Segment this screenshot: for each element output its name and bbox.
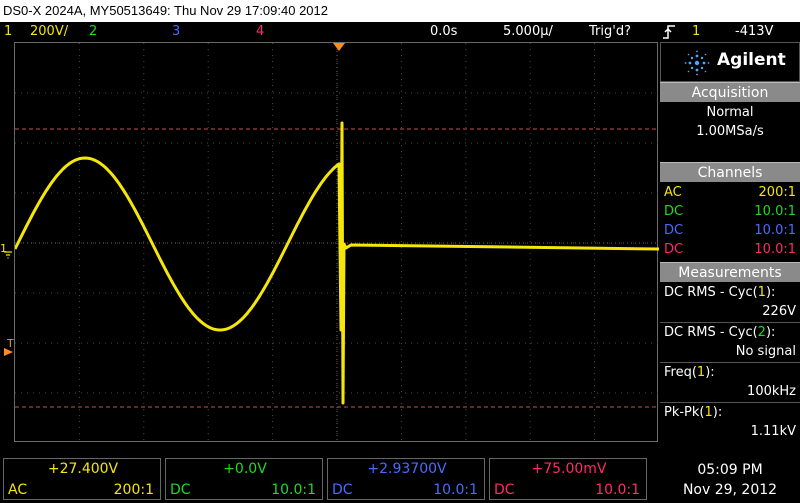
- window-title: DS0-X 2024A, MY50513649: Thu Nov 29 17:0…: [0, 0, 800, 22]
- ch2-offset: +0.0V: [223, 461, 267, 477]
- meas-suffix: ):: [712, 405, 723, 420]
- meas-value: 1.11kV: [750, 424, 796, 439]
- channels-header[interactable]: Channels: [660, 162, 800, 182]
- meas-name: DC RMS - Cyc(: [664, 285, 758, 300]
- meas-value: 226V: [762, 304, 796, 319]
- trigger-level[interactable]: -413V: [735, 22, 773, 42]
- ch3-probe: 10.0:1: [433, 482, 478, 498]
- measurements-header[interactable]: Measurements: [660, 262, 800, 282]
- ch4-number[interactable]: 4: [256, 22, 264, 42]
- channel-coupling: DC: [664, 223, 684, 238]
- meas-suffix: ):: [765, 325, 776, 340]
- meas-channel: 1: [696, 365, 706, 380]
- ch3-offset: +2.93700V: [367, 461, 447, 477]
- clock-time: 05:09 PM: [697, 462, 763, 478]
- ch1-info-box[interactable]: +27.400V AC 200:1: [3, 458, 161, 500]
- ch3-coupling: DC: [332, 482, 353, 498]
- channel-coupling: DC: [664, 204, 684, 219]
- ch1-coupling: AC: [8, 482, 28, 498]
- channel-coupling: DC: [664, 242, 684, 257]
- side-panel: Agilent Acquisition Normal 1.00MSa/s Cha…: [660, 42, 800, 446]
- meas-channel: 2: [757, 325, 766, 340]
- meas-suffix: ):: [705, 365, 715, 380]
- trigger-level-marker[interactable]: T: [0, 337, 14, 356]
- ch4-coupling: DC: [494, 482, 515, 498]
- trigger-time-marker[interactable]: [333, 43, 345, 52]
- ch1-ground-marker[interactable]: 1: [0, 242, 14, 259]
- meas-value: No signal: [735, 344, 796, 359]
- trigger-state: Trig'd?: [589, 24, 631, 39]
- ch2-coupling: DC: [170, 482, 191, 498]
- ch4-probe: 10.0:1: [595, 482, 640, 498]
- time-scale[interactable]: 5.000µ/: [503, 22, 553, 42]
- ch1-number[interactable]: 1: [4, 22, 12, 42]
- meas-channel: 1: [704, 405, 713, 420]
- ch4-offset: +75.00mV: [531, 461, 607, 477]
- meas-suffix: ):: [765, 285, 776, 300]
- status-bar: 1 200V/ 2 3 4 0.0s 5.000µ/ Trig'd? 1 -41…: [0, 22, 800, 42]
- channel-coupling: AC: [664, 185, 682, 200]
- sample-rate: 1.00MSa/s: [696, 124, 764, 139]
- meas-name: DC RMS - Cyc(: [664, 325, 758, 340]
- clock: 05:09 PM Nov 29, 2012: [660, 456, 800, 503]
- clock-date: Nov 29, 2012: [682, 482, 778, 498]
- agilent-spark-icon: [684, 50, 710, 76]
- ch3-number[interactable]: 3: [172, 22, 180, 42]
- trigger-source[interactable]: 1: [692, 22, 700, 42]
- time-position[interactable]: 0.0s: [430, 22, 457, 42]
- ch2-info-box[interactable]: +0.0V DC 10.0:1: [165, 458, 323, 500]
- meas-name: Freq(: [664, 365, 697, 380]
- acquisition-mode: Normal: [706, 105, 754, 120]
- ch3-info-box[interactable]: +2.93700V DC 10.0:1: [327, 458, 485, 500]
- meas-name: Pk-Pk(: [664, 405, 705, 420]
- ch4-info-box[interactable]: +75.00mV DC 10.0:1: [489, 458, 647, 500]
- ch1-offset: +27.400V: [47, 461, 119, 477]
- acquisition-header[interactable]: Acquisition: [660, 82, 800, 102]
- ch2-probe: 10.0:1: [271, 482, 316, 498]
- ch1-scale[interactable]: 200V/: [30, 22, 68, 42]
- channel-probe: 10.0:1: [754, 242, 796, 257]
- meas-channel: 1: [757, 285, 766, 300]
- channel-probe: 10.0:1: [754, 204, 796, 219]
- channel-probe: 200:1: [758, 185, 796, 200]
- ch2-number[interactable]: 2: [89, 22, 97, 42]
- graticule: [15, 43, 659, 443]
- meas-value: 100kHz: [747, 384, 796, 399]
- channel-probe: 10.0:1: [754, 223, 796, 238]
- waveform-display[interactable]: [14, 42, 659, 443]
- brand-header: Agilent: [660, 42, 800, 82]
- ch1-probe: 200:1: [113, 482, 154, 498]
- brand-name: Agilent: [717, 50, 786, 70]
- channel-info-bar: +27.400V AC 200:1 +0.0V DC 10.0:1 +2.937…: [0, 456, 800, 503]
